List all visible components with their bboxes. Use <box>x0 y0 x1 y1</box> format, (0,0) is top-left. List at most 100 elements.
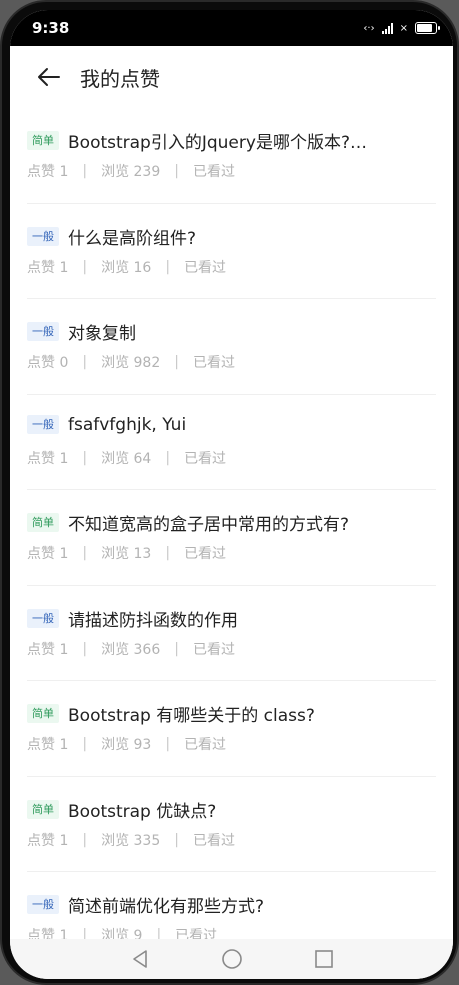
list-item[interactable]: 简单 Bootstrap 有哪些关于的 class? 点赞 1 | 浏览 93 | 已看过 <box>27 681 436 777</box>
meta-separator: | <box>82 449 88 466</box>
item-meta: 点赞 0 | 浏览 982 | 已看过 <box>27 352 235 372</box>
like-count: 点赞 1 <box>27 832 69 849</box>
viewed-status: 已看过 <box>184 259 227 276</box>
view-count: 浏览 335 <box>101 832 161 849</box>
triangle-back-icon <box>132 950 147 968</box>
nav-back-button[interactable] <box>129 948 151 970</box>
list-item[interactable]: 简单 不知道宽高的盒子居中常用的方式有? 点赞 1 | 浏览 13 | 已看过 <box>27 490 436 586</box>
question-title: Bootstrap 优缺点? <box>68 801 217 822</box>
view-count: 浏览 239 <box>101 164 161 180</box>
difficulty-badge: 简单 <box>27 131 59 150</box>
battery-icon <box>415 22 440 34</box>
question-title: 什么是高阶组件? <box>68 228 197 249</box>
view-count: 浏览 13 <box>101 546 152 562</box>
item-meta: 点赞 1 | 浏览 93 | 已看过 <box>27 734 226 754</box>
like-count: 点赞 0 <box>27 355 69 371</box>
meta-separator: | <box>82 545 88 561</box>
viewed-status: 已看过 <box>192 164 235 180</box>
viewed-status: 已看过 <box>184 546 227 562</box>
page-title: 我的点赞 <box>80 66 160 91</box>
no-sim-icon: × <box>399 22 408 34</box>
meta-separator: | <box>174 640 179 657</box>
item-title-row: 一般 什么是高阶组件? <box>27 224 436 249</box>
meta-separator: | <box>82 163 88 179</box>
status-time: 9:38 <box>32 19 70 37</box>
meta-separator: | <box>82 640 88 657</box>
viewed-status: 已看过 <box>184 450 227 467</box>
screen: 9:38 ‹·› × 我的点赞 简单 Bootstrap引入的Jquery是哪个版… <box>10 10 453 979</box>
nfc-icon: ‹·› <box>363 22 375 34</box>
difficulty-badge: 一般 <box>27 226 59 246</box>
status-bar: 9:38 ‹·› × <box>10 10 453 46</box>
viewed-status: 已看过 <box>184 737 227 753</box>
meta-separator: | <box>82 736 88 752</box>
item-meta: 点赞 1 | 浏览 13 | 已看过 <box>27 543 226 563</box>
item-meta: 点赞 1 | 浏览 366 | 已看过 <box>27 639 235 659</box>
square-recent-icon <box>314 950 333 968</box>
system-nav-bar <box>10 939 453 979</box>
difficulty-badge: 简单 <box>27 513 59 532</box>
arrow-left-icon <box>38 68 60 86</box>
signal-icon <box>381 22 393 34</box>
difficulty-badge: 简单 <box>27 704 59 723</box>
like-count: 点赞 1 <box>27 546 69 562</box>
item-title-row: 一般 简述前端优化有那些方式? <box>27 892 436 917</box>
like-count: 点赞 1 <box>27 164 69 180</box>
item-title-row: 简单 不知道宽高的盒子居中常用的方式有? <box>27 510 436 535</box>
view-count: 浏览 366 <box>101 641 161 658</box>
item-title-row: 简单 Bootstrap引入的Jquery是哪个版本?… <box>27 128 436 153</box>
like-count: 点赞 1 <box>27 737 69 753</box>
list-item[interactable]: 一般 什么是高阶组件? 点赞 1 | 浏览 16 | 已看过 <box>27 204 436 299</box>
meta-separator: | <box>165 545 171 561</box>
question-title: fsafvfghjk, Yui <box>68 414 187 435</box>
difficulty-badge: 一般 <box>27 608 59 628</box>
difficulty-badge: 一般 <box>27 895 59 914</box>
status-icons: ‹·› × <box>363 22 440 34</box>
view-count: 浏览 64 <box>101 450 152 467</box>
item-title-row: 一般 对象复制 <box>27 319 436 344</box>
list-item[interactable]: 一般 fsafvfghjk, Yui 点赞 1 | 浏览 64 | 已看过 <box>27 395 436 490</box>
app-header: 我的点赞 <box>10 46 453 108</box>
question-title: 不知道宽高的盒子居中常用的方式有? <box>68 515 350 535</box>
item-meta: 点赞 1 | 浏览 16 | 已看过 <box>27 257 226 277</box>
question-title: 对象复制 <box>68 324 136 344</box>
item-title-row: 简单 Bootstrap 优缺点? <box>27 797 436 822</box>
nav-recent-button[interactable] <box>313 948 335 970</box>
difficulty-badge: 一般 <box>27 415 59 434</box>
viewed-status: 已看过 <box>192 355 235 371</box>
meta-separator: | <box>82 258 88 275</box>
meta-separator: | <box>82 354 88 370</box>
list-item[interactable]: 一般 对象复制点赞 0 | 浏览 982 | 已看过 <box>27 299 436 395</box>
item-meta: 点赞 1 | 浏览 239 | 已看过 <box>27 161 235 181</box>
nav-home-button[interactable] <box>221 948 243 970</box>
item-title-row: 一般 请描述防抖函数的作用 <box>27 606 436 631</box>
meta-separator: | <box>174 831 179 848</box>
like-count: 点赞 1 <box>27 450 69 467</box>
item-meta: 点赞 1 | 浏览 335 | 已看过 <box>27 830 235 850</box>
like-count: 点赞 1 <box>27 259 69 276</box>
list-item[interactable]: 简单 Bootstrap引入的Jquery是哪个版本?… 点赞 1 | 浏览 239 | 已… <box>27 108 436 204</box>
question-title: 简述前端优化有那些方式? <box>68 897 265 917</box>
difficulty-badge: 一般 <box>27 322 59 341</box>
phone-frame: 9:38 ‹·› × 我的点赞 简单 Bootstrap引入的Jquery是哪个版… <box>0 0 459 985</box>
meta-separator: | <box>174 163 179 179</box>
meta-separator: | <box>165 258 171 275</box>
view-count: 浏览 16 <box>101 259 152 276</box>
question-title: Bootstrap 有哪些关于的 class? <box>68 706 315 726</box>
meta-separator: | <box>165 736 171 752</box>
meta-separator: | <box>165 449 171 466</box>
meta-separator: | <box>174 354 179 370</box>
viewed-status: 已看过 <box>192 641 235 658</box>
list-item[interactable]: 一般 请描述防抖函数的作用点赞 1 | 浏览 366 | 已看过 <box>27 586 436 681</box>
circle-home-icon <box>221 949 242 969</box>
back-button[interactable] <box>34 63 62 91</box>
like-count: 点赞 1 <box>27 641 69 658</box>
viewed-status: 已看过 <box>192 832 235 849</box>
liked-questions-list[interactable]: 简单 Bootstrap引入的Jquery是哪个版本?… 点赞 1 | 浏览 239 | 已… <box>10 108 453 950</box>
item-meta: 点赞 1 | 浏览 64 | 已看过 <box>27 448 226 468</box>
view-count: 浏览 93 <box>101 737 152 753</box>
view-count: 浏览 982 <box>101 355 161 371</box>
list-item[interactable]: 简单 Bootstrap 优缺点? 点赞 1 | 浏览 335 | 已看过 <box>27 777 436 872</box>
meta-separator: | <box>82 831 88 848</box>
item-title-row: 简单 Bootstrap 有哪些关于的 class? <box>27 701 436 726</box>
